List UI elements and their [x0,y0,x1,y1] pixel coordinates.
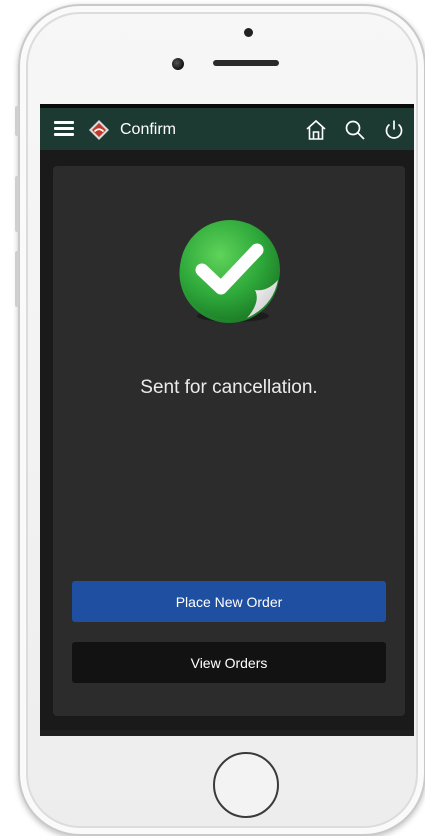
brand-logo-icon [88,119,110,141]
page-title: Confirm [120,121,177,138]
confirmation-card: Sent for cancellation. Place New Order V… [53,166,405,716]
phone-side-button-mute [15,106,19,136]
phone-home-button[interactable] [213,752,279,818]
app-screen: Confirm Sent for cancellation. Place New… [40,104,414,736]
earpiece-speaker [213,60,279,66]
proximity-sensor [244,28,253,37]
hamburger-menu-icon[interactable] [54,121,74,137]
place-new-order-button[interactable]: Place New Order [72,581,386,622]
view-orders-button[interactable]: View Orders [72,642,386,683]
bottom-divider [40,730,414,736]
power-icon[interactable] [383,119,405,141]
search-icon[interactable] [344,119,366,141]
top-app-bar: Confirm [40,104,414,150]
confirmation-message: Sent for cancellation. [140,377,318,398]
phone-side-button-volume-down [15,251,19,307]
front-camera [172,58,184,70]
green-checkmark-sticker-icon [175,218,285,328]
phone-side-button-volume-up [15,176,19,232]
home-icon[interactable] [305,119,327,141]
